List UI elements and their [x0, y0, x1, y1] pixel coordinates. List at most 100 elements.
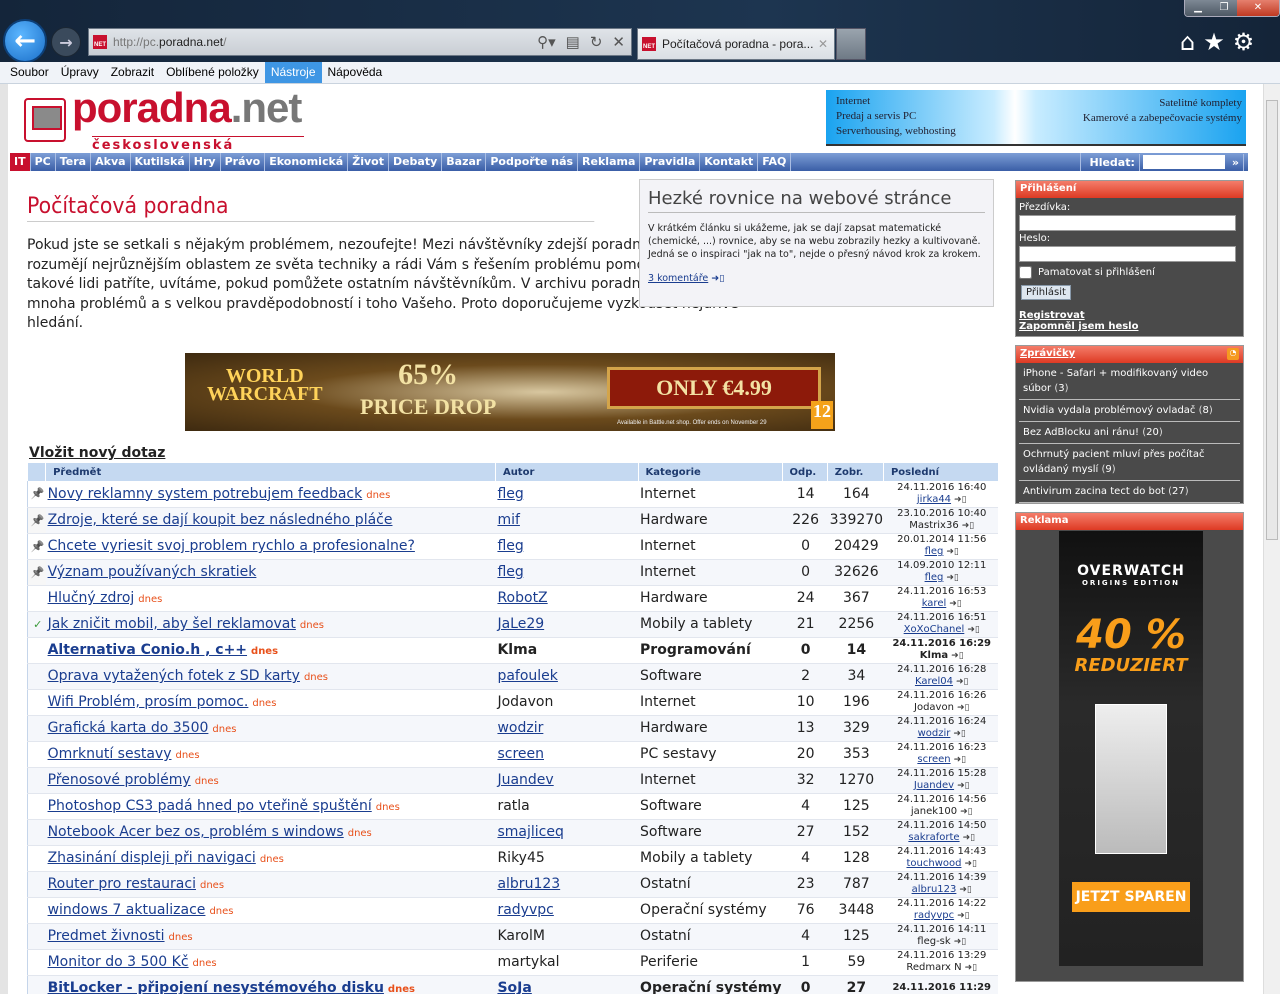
- column-header[interactable]: Zobr.: [826, 463, 884, 481]
- go-to-last-icon[interactable]: ➜▯: [964, 859, 977, 869]
- tab-active[interactable]: NET Počítačová poradna - pora... ✕: [637, 28, 835, 60]
- menu-5[interactable]: Nápověda: [322, 62, 389, 83]
- minimize-button[interactable]: ▁: [1185, 0, 1211, 16]
- question-link[interactable]: Predmet živnosti: [48, 928, 165, 944]
- last-user[interactable]: radyvpc: [914, 910, 954, 921]
- go-to-last-icon[interactable]: ➜▯: [967, 625, 980, 635]
- news-item[interactable]: Ochrnutý pacient mluví přes počítač ovlá…: [1019, 444, 1240, 481]
- question-link[interactable]: Wifi Problém, prosím pomoc.: [48, 694, 249, 710]
- go-to-last-icon[interactable]: ➜▯: [962, 521, 975, 531]
- go-to-last-icon[interactable]: ➜▯: [954, 937, 967, 947]
- question-link[interactable]: Novy reklamny system potrebujem feedback: [48, 486, 363, 502]
- address-bar[interactable]: NET http://pc. poradna.net / ⚲▾ ▤ ↻ ✕: [88, 28, 632, 56]
- menu-4[interactable]: Nástroje: [264, 62, 322, 83]
- author[interactable]: pafoulek: [497, 668, 557, 684]
- article-title[interactable]: Hezké rovnice na webové stránce: [648, 188, 985, 213]
- question-link[interactable]: Přenosové problémy: [48, 772, 191, 788]
- author[interactable]: radyvpc: [497, 902, 553, 918]
- new-question-link[interactable]: Vložit nový dotaz: [29, 445, 165, 461]
- go-to-last-icon[interactable]: ➜▯: [946, 547, 959, 557]
- news-item[interactable]: Nvidia vydala problémový ovladač (8): [1019, 400, 1240, 422]
- logo[interactable]: poradna.netčeskoslovenská poradna: [24, 84, 304, 168]
- password-input[interactable]: [1019, 246, 1236, 262]
- go-to-last-icon[interactable]: ➜▯: [959, 885, 972, 895]
- question-link[interactable]: windows 7 aktualizace: [48, 902, 206, 918]
- go-to-last-icon[interactable]: ➜▯: [960, 807, 973, 817]
- news-item[interactable]: iPhone - Safari + modifikovaný video súb…: [1019, 363, 1240, 400]
- nav-item[interactable]: Kontakt: [700, 153, 759, 171]
- nav-item[interactable]: Bazar: [442, 153, 487, 171]
- last-user[interactable]: karel: [922, 598, 947, 609]
- go-to-last-icon[interactable]: ➜▯: [946, 573, 959, 583]
- author[interactable]: screen: [497, 746, 544, 762]
- rss-icon[interactable]: ◔: [1227, 348, 1239, 360]
- author[interactable]: JaLe29: [497, 616, 544, 632]
- menu-2[interactable]: Zobrazit: [105, 62, 160, 83]
- author[interactable]: mif: [497, 512, 519, 528]
- question-link[interactable]: Hlučný zdroj: [48, 590, 135, 606]
- home-icon[interactable]: ⌂: [1180, 28, 1195, 56]
- last-user[interactable]: albru123: [912, 884, 957, 895]
- news-item[interactable]: Bez AdBlocku ani ránu! (20): [1019, 422, 1240, 444]
- nav-item[interactable]: PC: [31, 153, 56, 171]
- article-comments-link[interactable]: 3 komentáře ➜▯: [648, 273, 985, 284]
- go-to-last-icon[interactable]: ➜▯: [953, 729, 966, 739]
- nav-item[interactable]: Pravidla: [640, 153, 701, 171]
- favorites-star-icon[interactable]: ★: [1203, 28, 1225, 56]
- close-window-button[interactable]: ✕: [1237, 0, 1279, 16]
- vertical-scrollbar[interactable]: [1263, 84, 1280, 994]
- login-button[interactable]: Přihlásit: [1021, 285, 1071, 300]
- forgot-password-link[interactable]: Zapomněl jsem heslo: [1019, 321, 1240, 332]
- go-to-last-icon[interactable]: ➜▯: [957, 703, 970, 713]
- new-tab-button[interactable]: [836, 28, 866, 60]
- author[interactable]: wodzir: [497, 720, 543, 736]
- column-header[interactable]: Odp.: [781, 463, 828, 481]
- overwatch-ad[interactable]: OVERWATCH ORIGINS EDITION 40 % REDUZIERT …: [1059, 531, 1203, 966]
- last-user[interactable]: jirka44: [917, 494, 951, 505]
- news-item[interactable]: Antivirum zacina tect do bot (27): [1019, 481, 1240, 503]
- author[interactable]: RobotZ: [497, 590, 547, 606]
- nav-item[interactable]: Podpořte nás: [486, 153, 579, 171]
- news-title-link[interactable]: Zprávičky: [1020, 348, 1075, 361]
- question-link[interactable]: Zdroje, které se dají koupit bez následn…: [48, 512, 393, 528]
- go-to-last-icon[interactable]: ➜▯: [956, 677, 969, 687]
- nav-item[interactable]: Tera: [56, 153, 92, 171]
- menu-3[interactable]: Oblíbené položky: [160, 62, 265, 83]
- last-user[interactable]: fleg: [925, 546, 944, 557]
- question-link[interactable]: Jak zničit mobil, aby šel reklamovat: [48, 616, 296, 632]
- question-link[interactable]: Router pro restauraci: [48, 876, 196, 892]
- search-icon[interactable]: ⚲▾: [537, 33, 556, 51]
- nav-item[interactable]: Ekonomická: [265, 153, 349, 171]
- refresh-icon[interactable]: ↻: [590, 33, 603, 51]
- last-user[interactable]: Juandev: [914, 780, 954, 791]
- question-link[interactable]: Chcete vyriesit svoj problem rychlo a pr…: [48, 538, 415, 554]
- author[interactable]: fleg: [497, 538, 523, 554]
- column-header[interactable]: Poslední: [882, 463, 998, 481]
- go-to-last-icon[interactable]: ➜▯: [963, 833, 976, 843]
- nav-item[interactable]: Reklama: [578, 153, 641, 171]
- question-link[interactable]: Zhasinání displeji při navigaci: [48, 850, 256, 866]
- remember-checkbox[interactable]: [1019, 266, 1032, 279]
- stop-icon[interactable]: ✕: [612, 33, 625, 51]
- question-link[interactable]: Alternativa Conio.h , c++: [48, 642, 247, 658]
- question-link[interactable]: Grafická karta do 3500: [48, 720, 209, 736]
- header-banner-ad[interactable]: Internet Predaj a servis PC Serverhousing,…: [826, 90, 1246, 146]
- author[interactable]: fleg: [497, 486, 523, 502]
- last-user[interactable]: Karel04: [915, 676, 953, 687]
- go-to-last-icon[interactable]: ➜▯: [951, 651, 964, 661]
- forward-button[interactable]: →: [51, 27, 81, 57]
- go-to-last-icon[interactable]: ➜▯: [957, 911, 970, 921]
- author[interactable]: smajliceq: [497, 824, 563, 840]
- close-tab-icon[interactable]: ✕: [818, 37, 828, 51]
- question-link[interactable]: Monitor do 3 500 Kč: [48, 954, 189, 970]
- back-button[interactable]: ←: [3, 19, 47, 63]
- last-user[interactable]: XoXoChanel: [904, 624, 965, 635]
- nav-item[interactable]: IT: [10, 153, 31, 171]
- author[interactable]: fleg: [497, 564, 523, 580]
- nav-item[interactable]: Akva: [91, 153, 131, 171]
- nav-item[interactable]: Život: [348, 153, 389, 171]
- author[interactable]: Juandev: [497, 772, 553, 788]
- nav-item[interactable]: FAQ: [758, 153, 792, 171]
- nav-item[interactable]: Právo: [221, 153, 266, 171]
- author[interactable]: albru123: [497, 876, 560, 892]
